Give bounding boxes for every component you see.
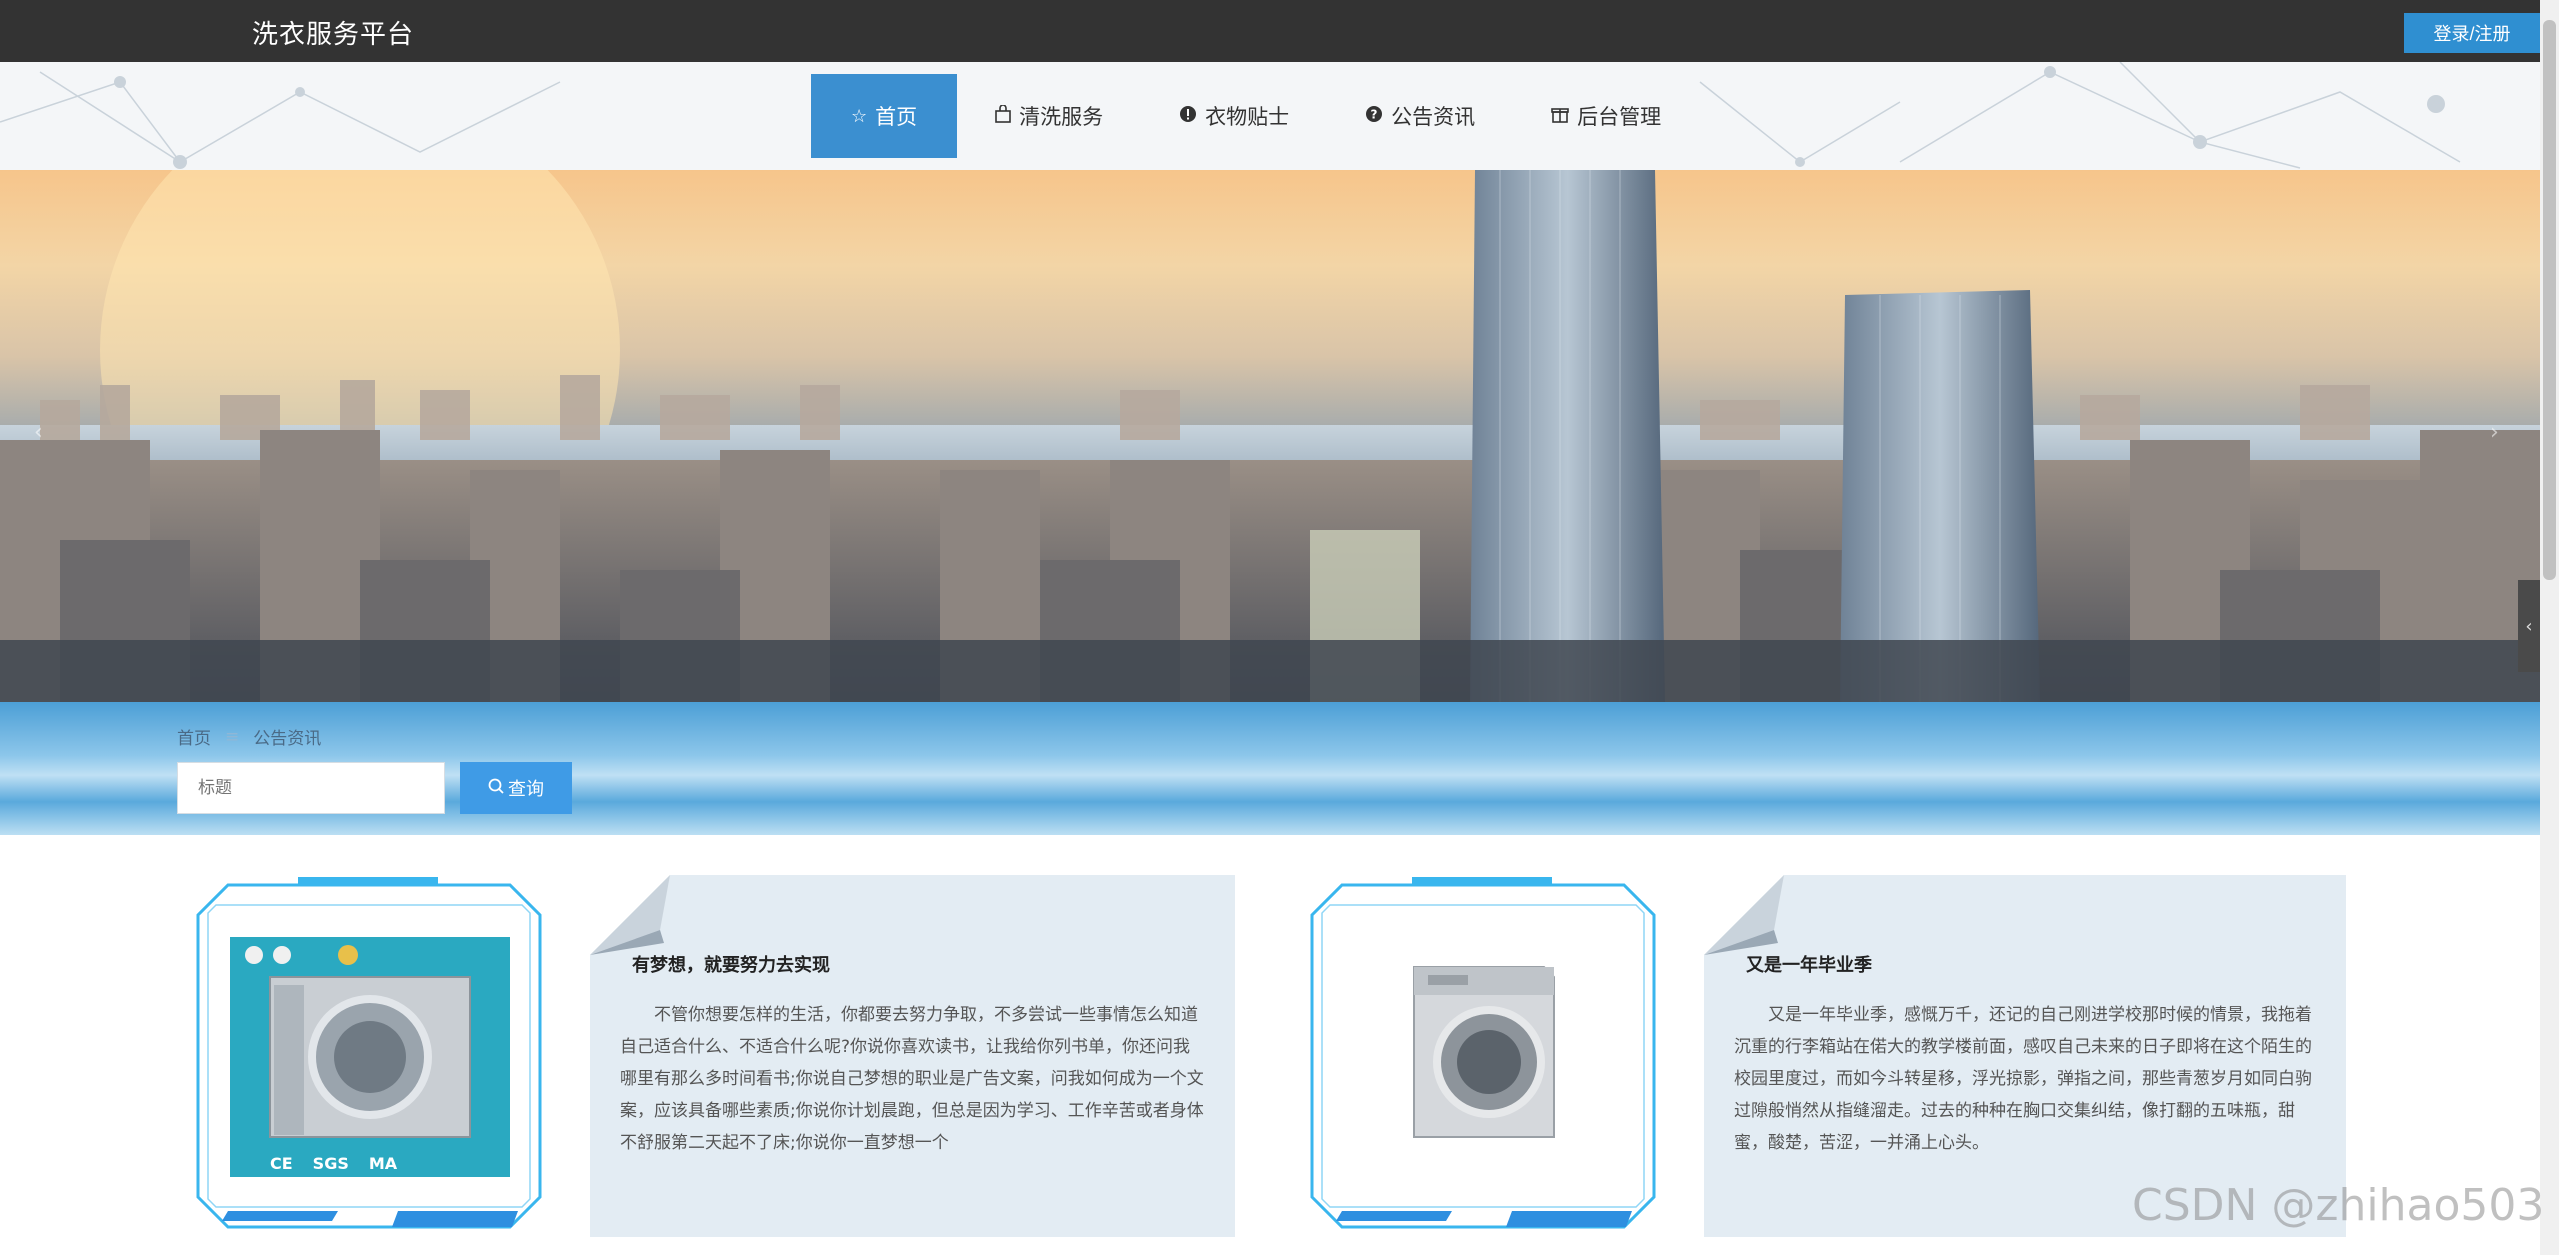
breadcrumb-separator: ≡	[225, 726, 240, 747]
nav-label: 首页	[875, 105, 918, 129]
washing-machine-image	[1344, 937, 1624, 1177]
page-fold-icon	[1704, 875, 1784, 955]
article-card[interactable]: 有梦想，就要努力去实现 不管你想要怎样的生活，你都要去努力争取，不多尝试一些事情…	[590, 875, 1235, 1237]
article-excerpt: 又是一年毕业季，感慨万千，还记的自己刚进学校那时候的情景，我拖着沉重的行李箱站在…	[1734, 1005, 2312, 1153]
nav-label: 清洗服务	[1019, 105, 1104, 129]
nav-label: 公告资讯	[1391, 105, 1476, 129]
badge-ma: MA	[368, 1154, 398, 1173]
search-icon	[488, 778, 504, 799]
article-title[interactable]: 又是一年毕业季	[1746, 951, 2316, 977]
nav-item-clothing-tips[interactable]: 衣物贴士	[1141, 74, 1327, 158]
article-image-frame[interactable]	[1302, 875, 1664, 1237]
star-icon: ☆	[851, 105, 868, 127]
carousel-next-icon[interactable]: ›	[2490, 420, 2499, 445]
nav-item-cleaning-service[interactable]: 清洗服务	[957, 74, 1141, 158]
chevron-left-icon: ‹	[2525, 615, 2533, 637]
breadcrumb-home[interactable]: 首页	[177, 724, 211, 749]
svg-text:?: ?	[1371, 107, 1378, 121]
banner-carousel[interactable]: ‹ ›	[0, 170, 2540, 702]
nav-item-admin[interactable]: 后台管理	[1513, 74, 1699, 158]
search-button[interactable]: 查询	[460, 762, 572, 814]
badge-ce: CE	[270, 1154, 293, 1173]
search-button-label: 查询	[508, 779, 544, 799]
certification-badges: CE SGS MA	[270, 1154, 397, 1173]
badge-sgs: SGS	[312, 1154, 349, 1173]
nav-label: 后台管理	[1577, 105, 1662, 129]
title-search-input[interactable]	[177, 762, 445, 814]
top-bar: 洗衣服务平台 登录/注册	[0, 0, 2540, 62]
bag-icon	[995, 103, 1011, 128]
article-excerpt: 不管你想要怎样的生活，你都要去努力争取，不多尝试一些事情怎么知道自己适合什么、不…	[620, 1005, 1204, 1153]
nav-item-announcements[interactable]: ? 公告资讯	[1327, 74, 1513, 158]
main-nav: ☆ 首页 清洗服务 衣物贴士 ? 公告资讯 后台管理	[811, 74, 1699, 158]
login-register-button[interactable]: 登录/注册	[2404, 13, 2540, 53]
side-panel-toggle[interactable]: ‹	[2518, 580, 2540, 672]
nav-label: 衣物贴士	[1205, 105, 1290, 129]
search-band: 首页 ≡ 公告资讯 查询	[0, 702, 2540, 835]
question-circle-icon: ?	[1365, 105, 1383, 128]
scrollbar-thumb[interactable]	[2543, 20, 2556, 580]
industrial-washer-image: CE SGS MA	[230, 937, 510, 1177]
page-fold-icon	[590, 875, 670, 955]
nav-item-home[interactable]: ☆ 首页	[811, 74, 958, 158]
article-title[interactable]: 有梦想，就要努力去实现	[632, 951, 1205, 977]
site-title: 洗衣服务平台	[252, 20, 415, 50]
article-image-frame[interactable]: CE SGS MA	[188, 875, 550, 1237]
breadcrumb-current: 公告资讯	[253, 729, 322, 749]
breadcrumb: 首页 ≡ 公告资讯	[177, 724, 322, 750]
carousel-prev-icon[interactable]: ‹	[34, 420, 43, 445]
nav-area: ☆ 首页 清洗服务 衣物贴士 ? 公告资讯 后台管理	[0, 62, 2540, 170]
city-skyline-image	[0, 170, 2540, 702]
gift-icon	[1551, 105, 1569, 128]
csdn-watermark: CSDN @zhihao503	[2132, 1180, 2545, 1231]
info-circle-icon	[1179, 105, 1197, 128]
